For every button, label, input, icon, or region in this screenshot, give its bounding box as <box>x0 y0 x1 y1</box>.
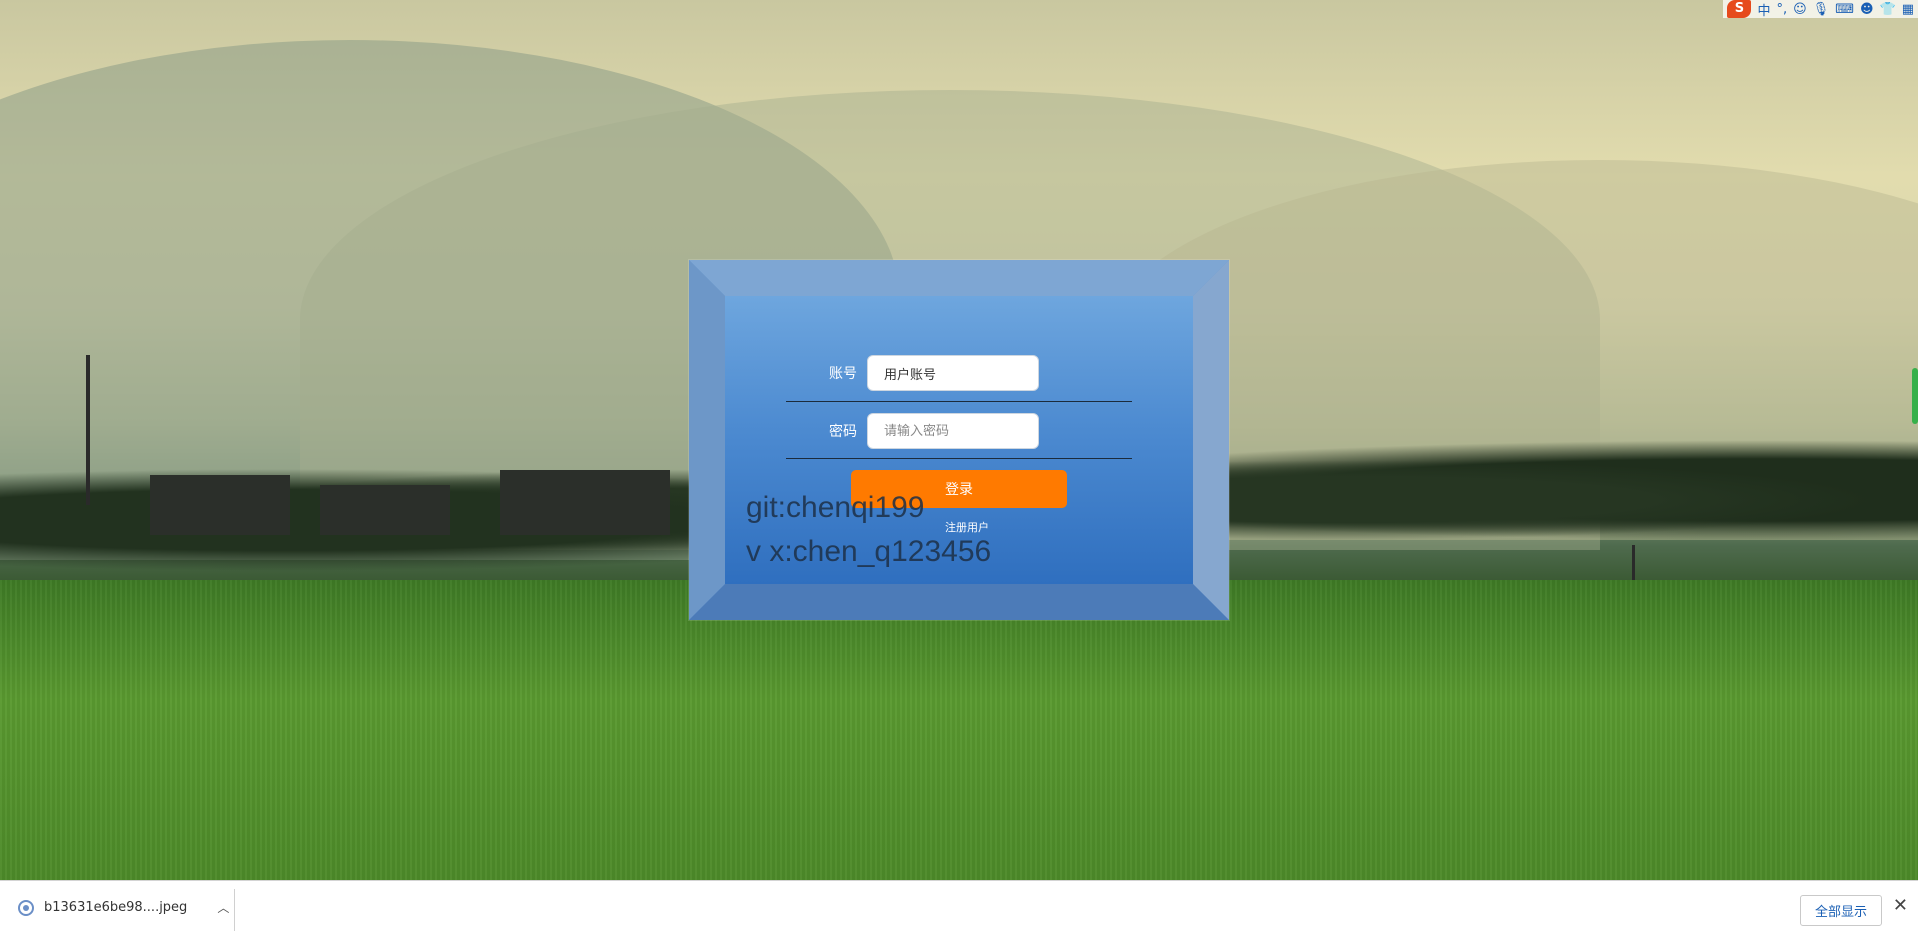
language-toggle[interactable]: 中 <box>1757 0 1770 19</box>
chevron-up-icon[interactable]: ︿ <box>217 899 229 916</box>
download-filename[interactable]: b13631e6be98....jpeg <box>44 900 187 915</box>
smiley-icon[interactable]: ☺ <box>1793 2 1807 17</box>
utility-pole <box>86 355 90 505</box>
account-input[interactable] <box>867 355 1039 391</box>
register-link[interactable]: 注册用户 <box>945 519 989 535</box>
divider <box>786 401 1132 402</box>
panel-bevel <box>689 584 1229 620</box>
grass-field <box>0 580 1918 880</box>
panel-bevel <box>1193 260 1229 620</box>
shirt-icon[interactable]: 👕 <box>1880 2 1896 17</box>
house <box>150 475 290 535</box>
watermark-line: git:chenqi199 <box>746 491 925 524</box>
sogou-logo-icon[interactable]: S <box>1727 0 1752 18</box>
password-label: 密码 <box>829 424 857 440</box>
divider <box>234 889 235 931</box>
punctuation-toggle[interactable]: °, <box>1776 2 1787 17</box>
password-input[interactable] <box>867 413 1039 449</box>
microphone-icon[interactable]: 🎙 <box>1813 2 1830 17</box>
house <box>320 485 450 535</box>
password-row: 密码 <box>817 413 1039 449</box>
account-label: 账号 <box>829 366 857 382</box>
keyboard-icon[interactable]: ⌨ <box>1835 2 1854 17</box>
grid-icon[interactable]: ▦ <box>1902 2 1914 17</box>
ime-toolbar[interactable]: S 中 °, ☺ 🎙 ⌨ ☻ 👕 ▦ <box>1723 0 1918 19</box>
divider <box>786 458 1132 459</box>
show-all-button[interactable]: 全部显示 <box>1799 895 1882 926</box>
download-bar: b13631e6be98....jpeg ︿ 全部显示 ✕ <box>0 880 1918 938</box>
account-row: 账号 <box>817 355 1039 391</box>
scroll-indicator[interactable] <box>1912 368 1918 424</box>
watermark-line: v x:chen_q123456 <box>746 535 992 568</box>
close-icon[interactable]: ✕ <box>1893 895 1908 916</box>
panel-bevel <box>689 260 725 620</box>
house <box>500 470 670 535</box>
login-panel: 账号 密码 登录 注册用户 git:chenqi199 v x:chen_q12… <box>689 260 1229 620</box>
download-item[interactable]: b13631e6be98....jpeg ︿ <box>18 899 229 916</box>
image-file-icon <box>18 899 34 916</box>
panel-bevel <box>689 260 1229 296</box>
user-icon[interactable]: ☻ <box>1860 2 1874 17</box>
